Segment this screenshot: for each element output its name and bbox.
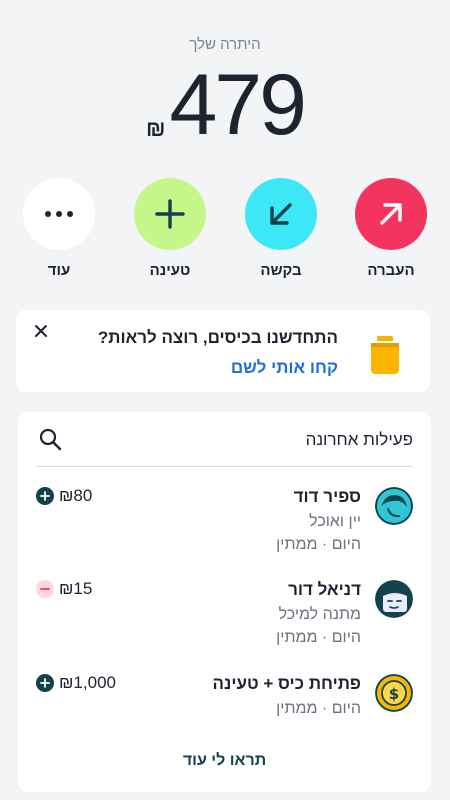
divider bbox=[36, 466, 413, 467]
balance-display: ₪ 479 bbox=[0, 62, 450, 148]
request-label: בקשה bbox=[260, 262, 302, 279]
avatar bbox=[375, 487, 413, 525]
request-button[interactable]: בקשה bbox=[236, 178, 326, 279]
more-label: עוד bbox=[47, 262, 71, 279]
currency-symbol: ₪ bbox=[146, 116, 166, 141]
activity-name: דניאל דור bbox=[288, 580, 361, 599]
transfer-button[interactable]: העברה bbox=[346, 178, 436, 279]
arrow-up-right-icon bbox=[380, 203, 402, 225]
amount-value: ₪1,000 bbox=[59, 673, 116, 692]
recent-activity-card: פעילות אחרונה ספיר דוד יין ואוכל היום · … bbox=[18, 412, 431, 792]
plus-icon bbox=[36, 487, 54, 505]
amount-value: ₪80 bbox=[59, 486, 93, 505]
more-button[interactable]: עוד bbox=[14, 178, 104, 279]
promo-title: התחדשנו בכיסים, רוצה לראות? bbox=[97, 328, 338, 347]
plus-icon bbox=[155, 199, 185, 229]
see-more-link[interactable]: תראו לי עוד bbox=[18, 752, 431, 770]
activity-meta: היום · ממתין bbox=[276, 629, 361, 646]
avatar bbox=[375, 580, 413, 618]
activity-amount: ₪80 bbox=[36, 486, 92, 506]
recent-activity-title: פעילות אחרונה bbox=[305, 430, 413, 449]
more-dots-icon bbox=[45, 211, 73, 217]
jar-icon bbox=[371, 336, 399, 374]
activity-row[interactable]: ספיר דוד יין ואוכל היום · ממתין ₪80 bbox=[18, 486, 431, 557]
activity-meta: היום · ממתין bbox=[276, 536, 361, 553]
quick-actions: העברה בקשה טעינה עוד bbox=[0, 178, 450, 288]
transfer-label: העברה bbox=[367, 262, 415, 279]
minus-icon bbox=[36, 580, 54, 598]
activity-note: יין ואוכל bbox=[309, 513, 361, 530]
search-icon[interactable] bbox=[38, 427, 62, 451]
activity-row[interactable]: דניאל דור מתנה למיכל היום · ממתין ₪15 bbox=[18, 579, 431, 650]
activity-name: ספיר דוד bbox=[293, 487, 361, 506]
activity-amount: ₪1,000 bbox=[36, 673, 116, 693]
balance-amount: 479 bbox=[169, 57, 306, 153]
activity-row[interactable]: $ פתיחת כיס + טעינה היום · ממתין ₪1,000 bbox=[18, 673, 431, 724]
plus-icon bbox=[36, 674, 54, 692]
promo-link[interactable]: קחו אותי לשם bbox=[231, 358, 338, 378]
svg-text:$: $ bbox=[389, 685, 399, 703]
topup-label: טעינה bbox=[149, 262, 191, 279]
coin-icon: $ bbox=[375, 674, 413, 712]
activity-name: פתיחת כיס + טעינה bbox=[212, 674, 362, 693]
arrow-down-left-icon bbox=[270, 203, 292, 225]
amount-value: ₪15 bbox=[59, 579, 93, 598]
topup-button[interactable]: טעינה bbox=[125, 178, 215, 279]
promo-banner: התחדשנו בכיסים, רוצה לראות? קחו אותי לשם bbox=[16, 310, 430, 392]
balance-label: היתרה שלך bbox=[189, 36, 261, 53]
close-icon[interactable] bbox=[34, 324, 48, 338]
activity-amount: ₪15 bbox=[36, 579, 92, 599]
activity-meta: היום · ממתין bbox=[276, 700, 361, 717]
activity-note: מתנה למיכל bbox=[278, 606, 361, 623]
